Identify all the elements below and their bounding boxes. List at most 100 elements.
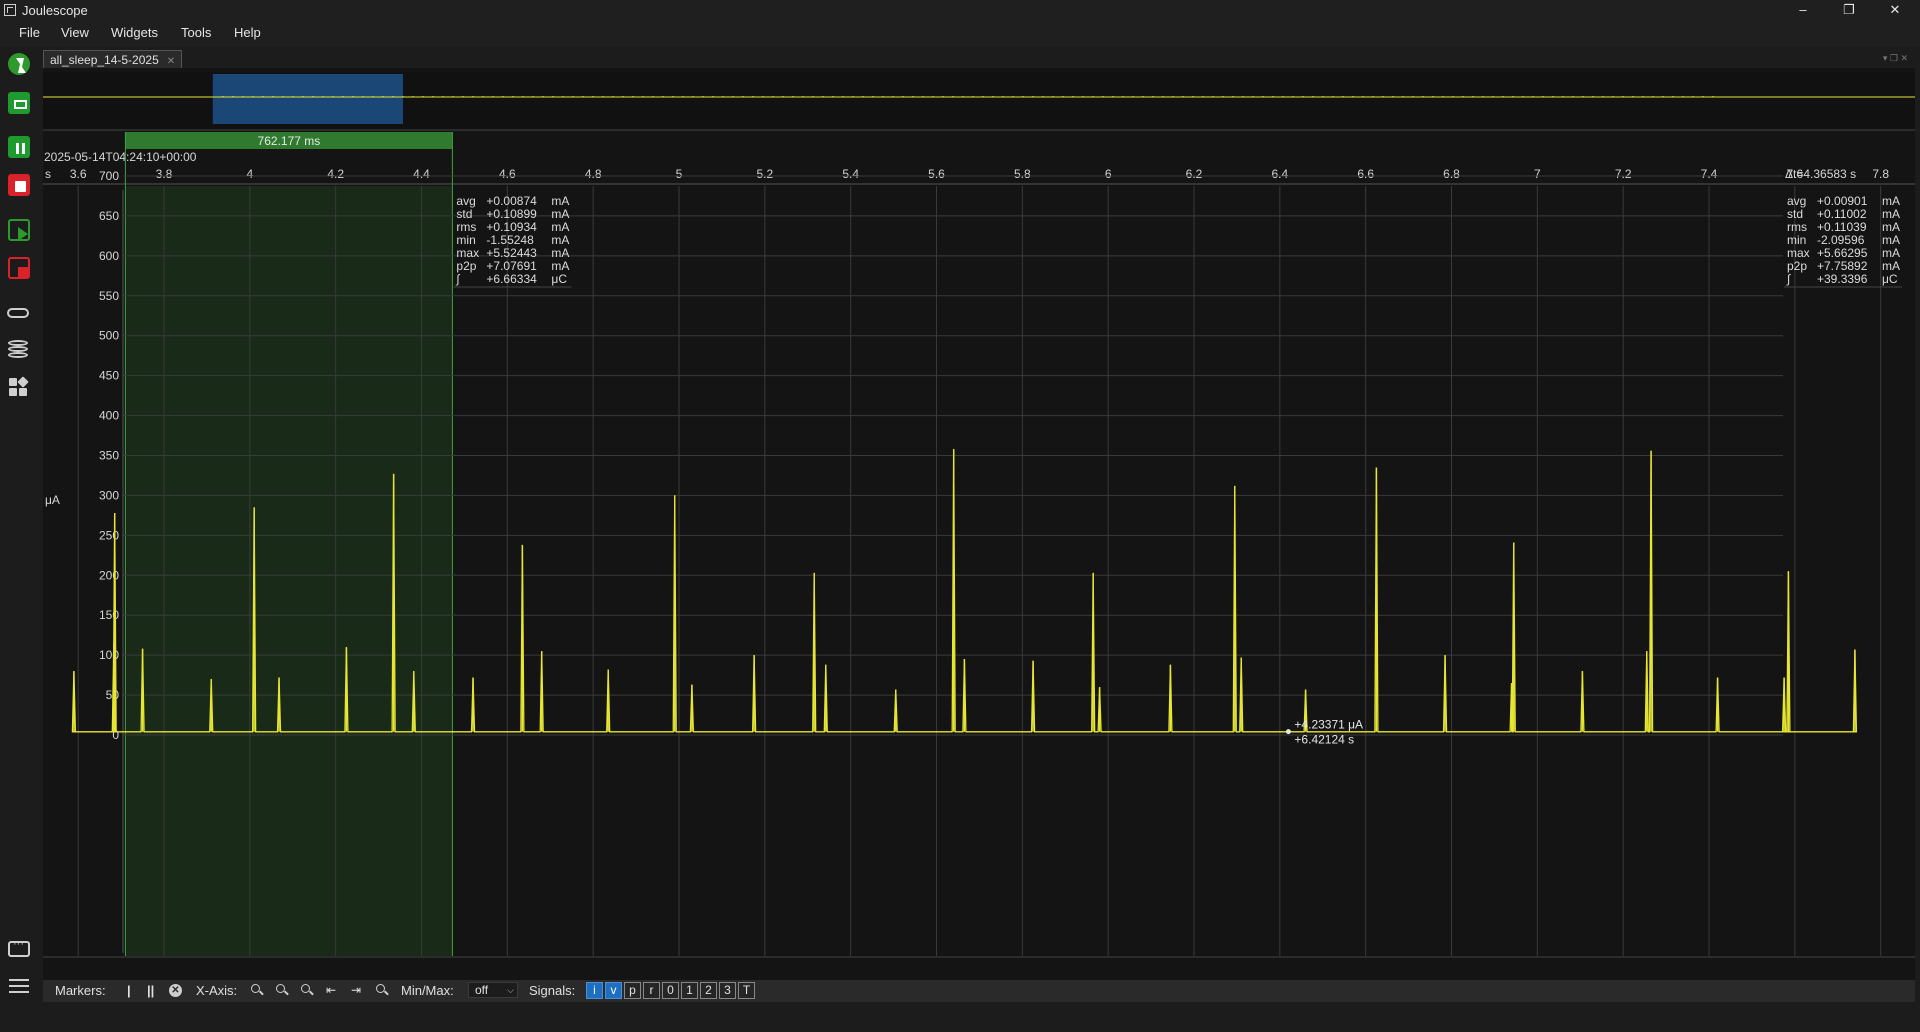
menu-widgets[interactable]: Widgets [111, 25, 158, 40]
marker-stat-value: +0.10899 [486, 207, 537, 221]
document-tab[interactable]: all_sleep_14-5-2025 ✕ [43, 50, 183, 68]
view-stat-unit: mA [1882, 259, 1900, 273]
pause-button[interactable] [6, 134, 32, 160]
marker-stat-key: avg [456, 194, 475, 208]
minimize-button[interactable]: – [1780, 0, 1826, 20]
zoom-fit-icon[interactable] [376, 984, 389, 997]
minmax-label: Min/Max: [401, 983, 454, 998]
marker-stat-value: +5.52443 [486, 246, 537, 260]
dual-marker-fill [125, 186, 453, 956]
timestamp-label: 2025-05-14T04:24:10+00:00 [44, 150, 197, 164]
cursor-point [1285, 729, 1291, 735]
x-tick-label: 6.8 [1443, 167, 1460, 181]
signal-toggle-3[interactable]: 3 [719, 982, 736, 999]
widgets-icon [8, 376, 30, 399]
stop-icon [8, 174, 30, 196]
marker-stat-value: +0.10934 [486, 220, 537, 234]
view-stat-value: +0.11002 [1817, 207, 1867, 221]
marker-stat-unit: mA [551, 207, 569, 221]
y-unit-label: μA [45, 493, 60, 507]
zoom-in-icon[interactable] [251, 984, 264, 997]
screen-button[interactable] [6, 90, 32, 116]
y-tick-label: 200 [99, 568, 119, 582]
y-tick-label: 550 [99, 289, 119, 303]
x-tick-label: 6 [1105, 167, 1112, 181]
delta-t-label: Δt=4.36583 s [1785, 167, 1856, 181]
y-tick-label: 700 [99, 169, 119, 183]
menu-file[interactable]: File [19, 25, 40, 40]
x-tick-label: 4.8 [585, 167, 602, 181]
signal-toggle-2[interactable]: 2 [700, 982, 717, 999]
signal-toggle-p[interactable]: p [624, 982, 641, 999]
database-button[interactable] [6, 337, 32, 363]
signal-toggle-r[interactable]: r [643, 982, 660, 999]
y-tick-label: 250 [99, 528, 119, 542]
zoom-out-icon[interactable] [276, 984, 289, 997]
view-stat-key: avg [1787, 194, 1806, 208]
device-button[interactable] [6, 300, 32, 326]
record-stop-button[interactable] [6, 255, 32, 281]
dual-marker-duration: 762.177 ms [258, 134, 321, 148]
waveform-plot[interactable]: 762.177 ms 2025-05-14T04:24:10+00:00 s 3… [43, 68, 1915, 980]
status-bar: Markers: | || ✕ X-Axis: ⇤ ⇥ Min/Max: off… [43, 980, 1915, 1002]
zoom-all-icon[interactable] [301, 984, 314, 997]
view-stat-value: +39.3396 [1817, 272, 1868, 286]
x-tick-label: 7.2 [1615, 167, 1632, 181]
y-tick-label: 150 [99, 608, 119, 622]
menu-tools[interactable]: Tools [181, 25, 211, 40]
signal-toggle-T[interactable]: T [738, 982, 755, 999]
marker-stat-unit: mA [551, 194, 569, 208]
dual-marker-button[interactable]: || [147, 983, 154, 998]
x-axis-label: X-Axis: [196, 983, 238, 998]
x-tick-label: 5.8 [1014, 167, 1031, 181]
stop-button[interactable] [6, 172, 32, 198]
waveform-view[interactable]: 762.177 ms 2025-05-14T04:24:10+00:00 s 3… [43, 68, 1915, 980]
x-tick-label: 4 [247, 167, 254, 181]
y-tick-label: 650 [99, 209, 119, 223]
restore-button[interactable]: ❐ [1826, 0, 1872, 20]
menu-help[interactable]: Help [234, 25, 261, 40]
view-stat-value: -2.09596 [1817, 233, 1865, 247]
widgets-button[interactable] [6, 375, 32, 401]
pause-icon [8, 136, 30, 158]
x-tick-label: 3.6 [70, 167, 87, 181]
x-tick-label: 4.4 [413, 167, 430, 181]
close-icon[interactable]: ✕ [167, 56, 175, 67]
minmax-select[interactable]: off ⌵ [468, 982, 518, 998]
dock-float-icon[interactable]: ▾ ❐ ✕ [1883, 53, 1908, 64]
pan-end-icon[interactable]: ⇥ [351, 983, 361, 997]
overview-selection[interactable] [212, 74, 403, 124]
marker-stat-key: min [456, 233, 475, 247]
view-stat-key: ∫ [1786, 272, 1791, 286]
minmax-value: off [475, 983, 489, 997]
y-tick-label: 600 [99, 249, 119, 263]
view-stat-key: p2p [1787, 259, 1807, 273]
marker-stat-value: +7.07691 [486, 259, 537, 273]
close-button[interactable]: ✕ [1872, 0, 1918, 20]
x-tick-label: 6.4 [1271, 167, 1288, 181]
record-play-button[interactable] [6, 217, 32, 243]
view-stat-value: +5.66295 [1817, 246, 1868, 260]
signal-toggle-0[interactable]: 0 [662, 982, 679, 999]
clear-markers-icon[interactable]: ✕ [169, 984, 182, 997]
menu-view[interactable]: View [61, 25, 89, 40]
marker-stat-value: -1.55248 [486, 233, 534, 247]
power-icon [8, 53, 30, 75]
pan-start-icon[interactable]: ⇤ [326, 983, 336, 997]
markers-label: Markers: [55, 983, 106, 998]
power-button[interactable] [6, 51, 32, 77]
x-tick-label: 7 [1534, 167, 1541, 181]
marker-stat-key: p2p [456, 259, 476, 273]
signal-toggle-v[interactable]: v [605, 982, 622, 999]
x-tick-label: 7.8 [1872, 167, 1889, 181]
chat-button[interactable] [6, 937, 32, 963]
record-stop-icon [8, 257, 30, 279]
view-stat-unit: μC [1882, 272, 1898, 286]
main-menu-button[interactable] [6, 973, 32, 999]
x-tick-label: 7.4 [1701, 167, 1718, 181]
marker-stat-unit: mA [551, 259, 569, 273]
single-marker-button[interactable]: | [127, 983, 131, 998]
signal-toggle-1[interactable]: 1 [681, 982, 698, 999]
window-title: Joulescope [22, 3, 88, 18]
signal-toggle-i[interactable]: i [586, 982, 603, 999]
